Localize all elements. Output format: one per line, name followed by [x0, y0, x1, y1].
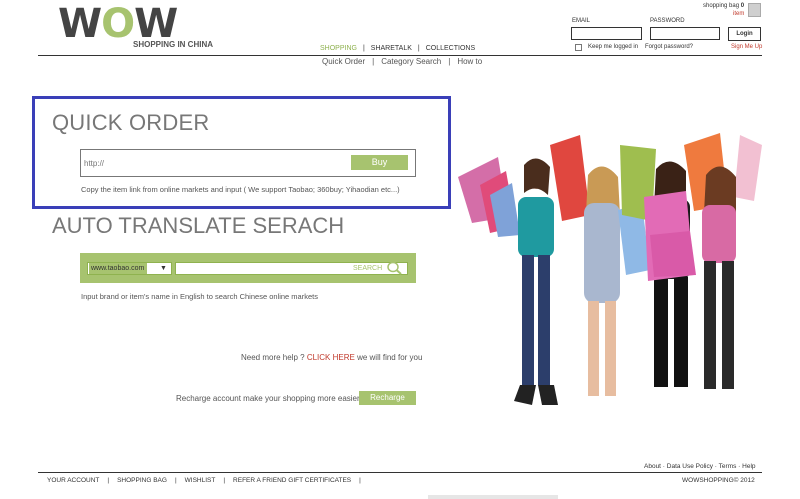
sub-nav: Quick Order | Category Search | How to	[322, 57, 482, 66]
shopper-figure	[458, 157, 558, 405]
quick-order-hint: Copy the item link from online markets a…	[81, 185, 400, 194]
horizontal-scrollbar[interactable]	[428, 495, 558, 499]
search-icon[interactable]	[386, 261, 402, 275]
site-logo[interactable]: WOW SHOPPING IN CHINA	[58, 2, 218, 52]
shopping-bag-label[interactable]: shopping bag 0	[703, 3, 744, 9]
nav-item-sharetalk[interactable]: SHARETALK	[371, 45, 412, 52]
header-divider	[38, 55, 762, 56]
quick-order-title: QUICK ORDER	[52, 110, 210, 135]
keep-logged-in-label: Keep me logged in	[588, 44, 639, 50]
shopping-bag-unit: item	[733, 11, 745, 17]
footer-link-refer-a-friend[interactable]: REFER A FRIEND GIFT CERTIFICATES	[233, 477, 351, 484]
subnav-item-quick-order[interactable]: Quick Order	[322, 57, 365, 66]
hero-shoppers-image	[458, 133, 762, 405]
footer-link-shopping-bag[interactable]: SHOPPING BAG	[117, 477, 167, 484]
nav-item-collections[interactable]: COLLECTIONS	[426, 45, 475, 52]
recharge-button[interactable]: Recharge	[359, 391, 416, 405]
recharge-text: Recharge account make your shopping more…	[176, 394, 360, 403]
nav-separator: |	[362, 45, 365, 52]
login-button[interactable]: Login	[728, 27, 761, 41]
auto-translate-title: AUTO TRANSLATE SERACH	[52, 213, 345, 238]
footer-nav: YOUR ACCOUNT | SHOPPING BAG | WISHLIST | REFER…	[47, 477, 369, 484]
email-label: EMAIL	[572, 18, 591, 24]
subnav-separator: |	[448, 57, 451, 66]
forgot-password-link[interactable]: Forgot password?	[645, 44, 693, 50]
help-text: Need more help ? CLICK HERE we will find…	[241, 353, 423, 362]
search-button-label[interactable]: SEARCH	[353, 265, 382, 272]
nav-item-shopping[interactable]: SHOPPING	[320, 45, 357, 52]
site-select-value[interactable]: www.taobao.com	[89, 263, 147, 274]
subnav-item-how-to[interactable]: How to	[457, 57, 482, 66]
copyright: WOWSHOPPING© 2012	[682, 477, 755, 484]
email-field[interactable]	[571, 27, 642, 40]
footer-separator: |	[107, 477, 110, 484]
sign-up-link[interactable]: Sign Me Up	[731, 44, 762, 50]
chevron-down-icon[interactable]: ▼	[160, 265, 167, 272]
search-hint: Input brand or item's name in English to…	[81, 292, 318, 301]
footer-links[interactable]: About · Data Use Policy · Terms · Help	[644, 463, 756, 470]
footer-separator: |	[359, 477, 361, 484]
nav-separator: |	[417, 45, 420, 52]
click-here-link[interactable]: CLICK HERE	[307, 353, 355, 362]
buy-button[interactable]: Buy	[351, 155, 408, 170]
keep-logged-in-checkbox[interactable]	[575, 44, 582, 51]
footer-separator: |	[223, 477, 226, 484]
logo-tagline: SHOPPING IN CHINA	[133, 40, 214, 49]
shopping-bag-icon[interactable]	[748, 3, 761, 17]
subnav-item-category-search[interactable]: Category Search	[381, 57, 441, 66]
subnav-separator: |	[372, 57, 375, 66]
item-link-input[interactable]	[84, 155, 344, 171]
footer-link-wishlist[interactable]: WISHLIST	[185, 477, 216, 484]
shopper-figure	[684, 133, 762, 389]
footer-divider	[38, 472, 762, 473]
footer-separator: |	[174, 477, 177, 484]
footer-link-your-account[interactable]: YOUR ACCOUNT	[47, 477, 99, 484]
password-field[interactable]	[650, 27, 720, 40]
password-label: PASSWORD	[650, 18, 685, 24]
main-nav: SHOPPING | SHARETALK | COLLECTIONS	[320, 45, 475, 52]
